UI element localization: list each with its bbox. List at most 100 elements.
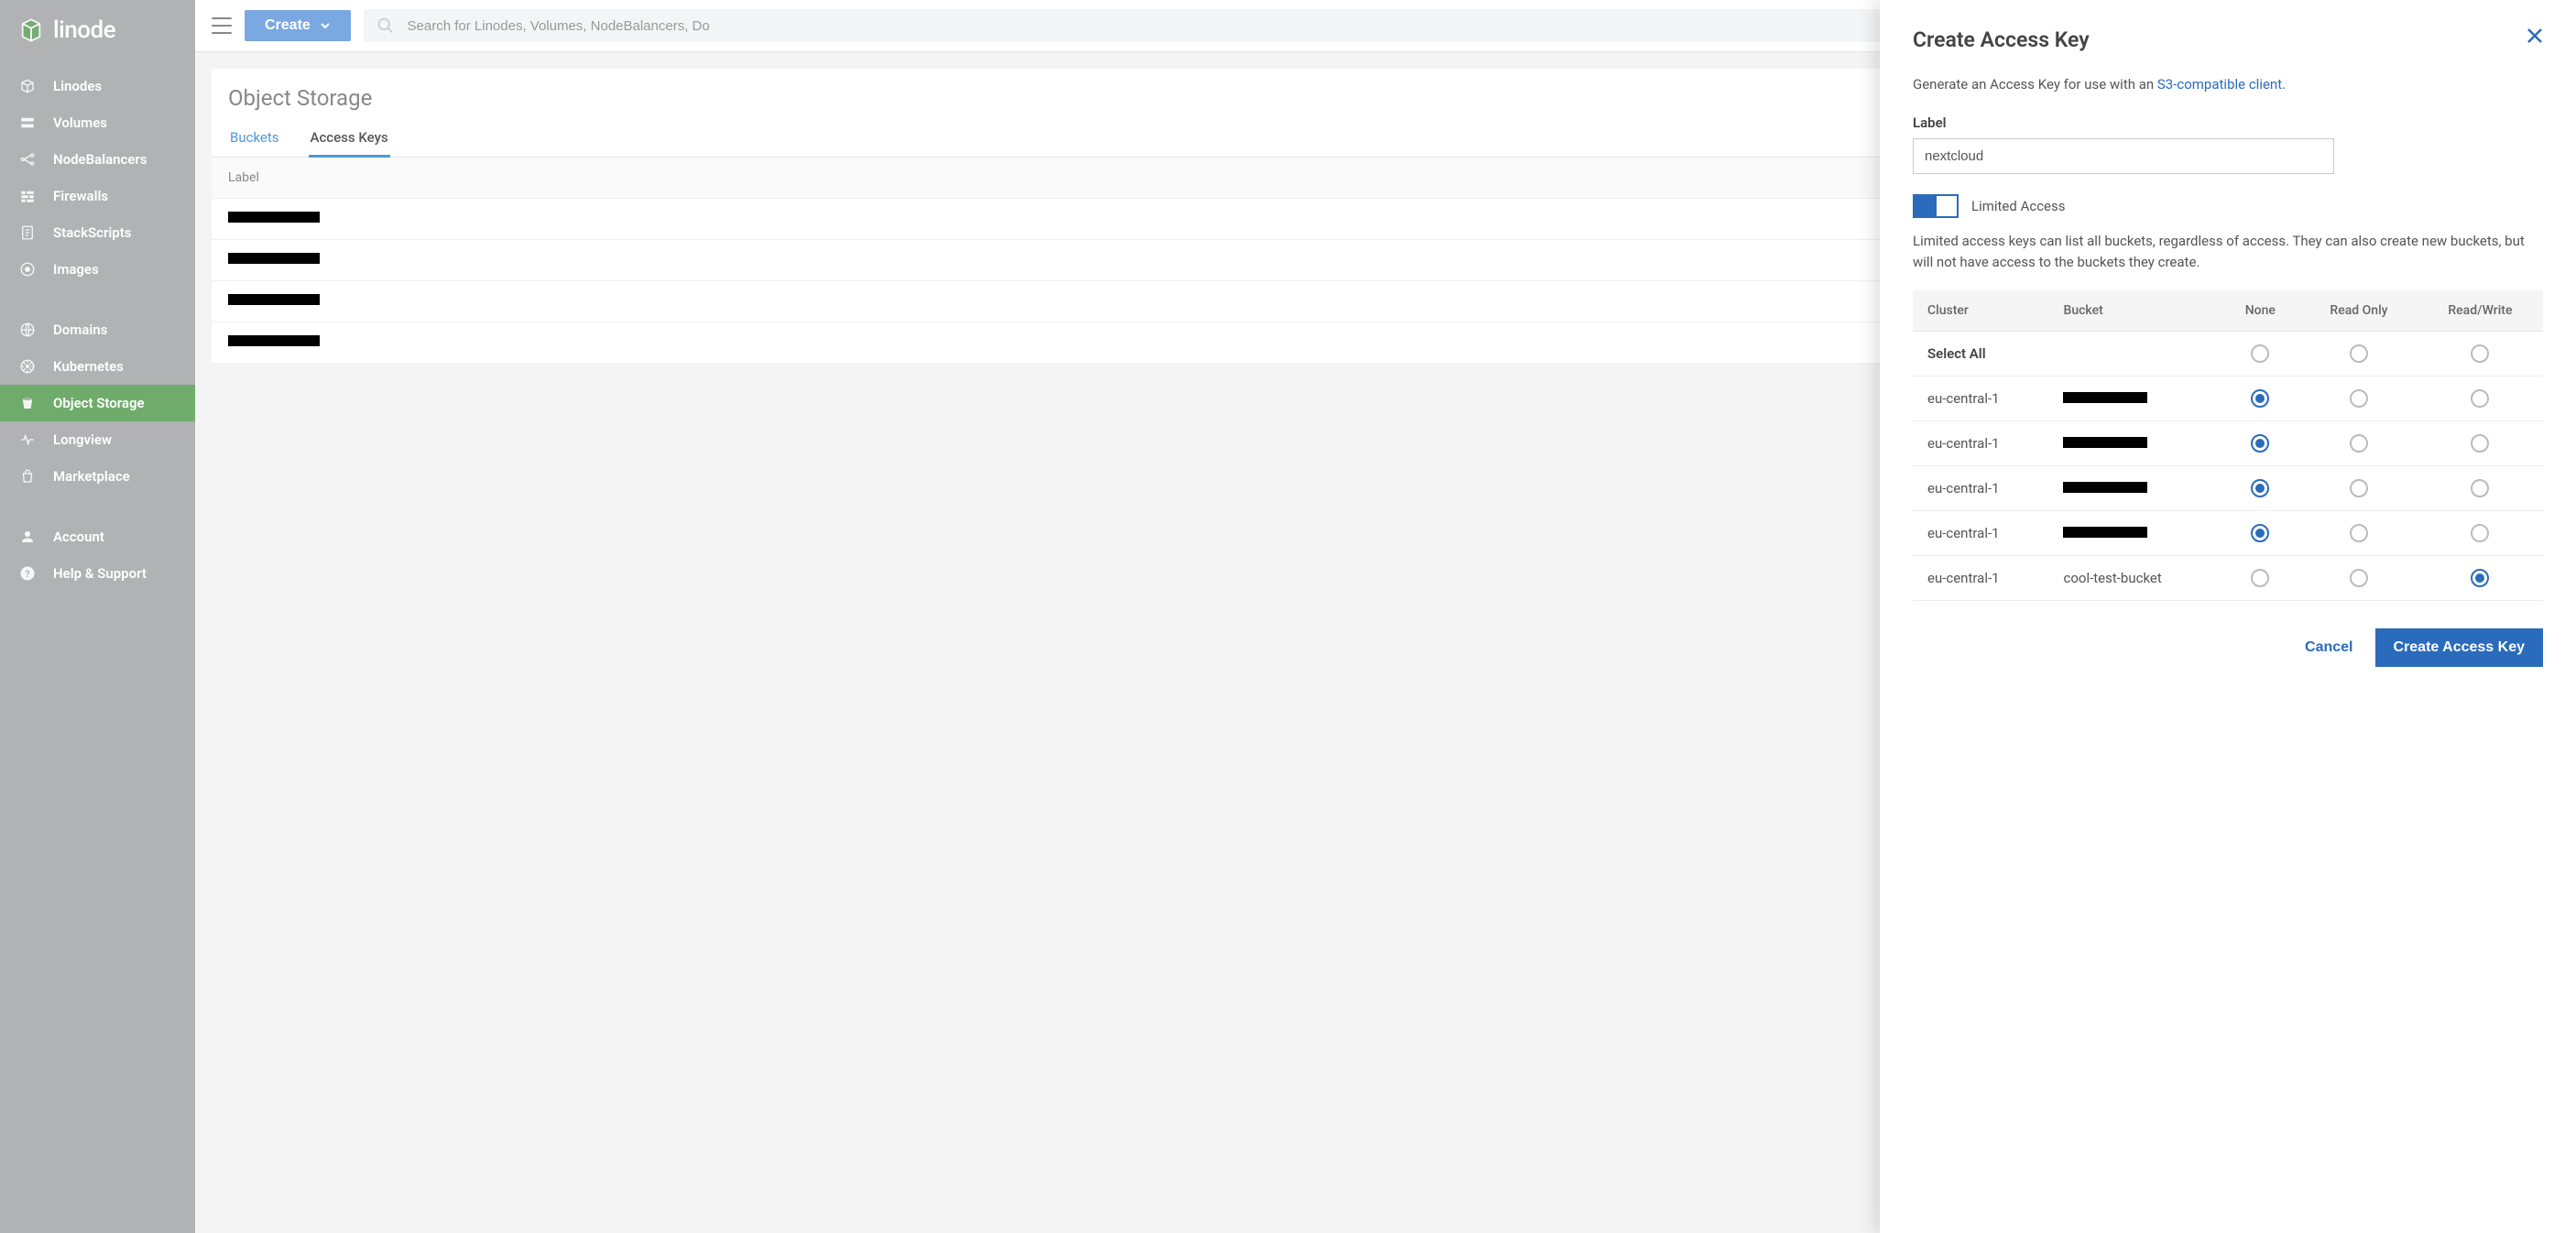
- sidebar-item-label: Help & Support: [53, 565, 147, 582]
- perm-readonly-radio[interactable]: [2350, 389, 2368, 408]
- bucket-icon: [18, 394, 37, 412]
- perm-readonly-radio[interactable]: [2350, 569, 2368, 587]
- globe-icon: [18, 321, 37, 339]
- perm-none-radio[interactable]: [2251, 569, 2269, 587]
- select-all-readwrite-radio[interactable]: [2471, 344, 2489, 363]
- perm-bucket: [2048, 376, 2220, 421]
- svg-text:?: ?: [25, 568, 29, 580]
- create-button[interactable]: Create: [245, 10, 351, 41]
- perm-readwrite-radio[interactable]: [2471, 434, 2489, 453]
- images-icon: [18, 260, 37, 278]
- select-all-none-radio[interactable]: [2251, 344, 2269, 363]
- wheel-icon: [18, 357, 37, 376]
- main-content: Create Object Storage Buckets Access Key…: [195, 0, 2576, 1233]
- perm-col-cluster: Cluster: [1913, 290, 2048, 332]
- redacted-bucket: [2063, 392, 2147, 403]
- perm-none-radio[interactable]: [2251, 479, 2269, 497]
- perm-readonly-radio[interactable]: [2350, 479, 2368, 497]
- redacted-label: [228, 253, 320, 264]
- bag-icon: [18, 467, 37, 486]
- perm-none-radio[interactable]: [2251, 389, 2269, 408]
- perm-bucket: [2048, 466, 2220, 511]
- perm-none-radio[interactable]: [2251, 434, 2269, 453]
- perm-readwrite-radio[interactable]: [2471, 479, 2489, 497]
- sidebar-item-label: Firewalls: [53, 188, 108, 204]
- sidebar-item-marketplace[interactable]: Marketplace: [0, 458, 195, 495]
- brand-name: linode: [53, 16, 115, 44]
- perm-readonly-radio[interactable]: [2350, 434, 2368, 453]
- perm-bucket: [2048, 511, 2220, 556]
- sidebar-item-domains[interactable]: Domains: [0, 311, 195, 348]
- perm-col-none: None: [2221, 290, 2301, 332]
- select-all-readonly-radio[interactable]: [2350, 344, 2368, 363]
- create-access-key-button[interactable]: Create Access Key: [2375, 628, 2544, 667]
- chevron-down-icon: [320, 20, 331, 31]
- sidebar-item-nodebalancers[interactable]: NodeBalancers: [0, 141, 195, 178]
- perm-row: eu-central-1: [1913, 466, 2543, 511]
- redacted-bucket: [2063, 437, 2147, 448]
- sidebar-item-images[interactable]: Images: [0, 251, 195, 288]
- perm-none-radio[interactable]: [2251, 524, 2269, 542]
- sidebar-item-label: Marketplace: [53, 468, 130, 485]
- perm-col-readwrite: Read/Write: [2418, 290, 2543, 332]
- select-all-row: Select All: [1913, 332, 2543, 376]
- sidebar-item-label: Object Storage: [53, 395, 145, 411]
- perm-row: eu-central-1: [1913, 376, 2543, 421]
- create-access-key-drawer: Create Access Key Generate an Access Key…: [1880, 0, 2576, 1233]
- sidebar-item-label: Linodes: [53, 78, 102, 94]
- help-icon: ?: [18, 564, 37, 583]
- perm-cluster: eu-central-1: [1913, 511, 2048, 556]
- redacted-bucket: [2063, 482, 2147, 493]
- perm-cluster: eu-central-1: [1913, 556, 2048, 601]
- perm-bucket: cool-test-bucket: [2048, 556, 2220, 601]
- sidebar-item-account[interactable]: Account: [0, 518, 195, 555]
- perm-col-readonly: Read Only: [2300, 290, 2418, 332]
- perm-readwrite-radio[interactable]: [2471, 569, 2489, 587]
- perm-row: eu-central-1 cool-test-bucket: [1913, 556, 2543, 601]
- brand-logo[interactable]: linode: [0, 0, 195, 60]
- close-icon[interactable]: [2527, 27, 2543, 48]
- perm-row: eu-central-1: [1913, 421, 2543, 466]
- sidebar-item-object-storage[interactable]: Object Storage: [0, 385, 195, 421]
- perm-col-bucket: Bucket: [2048, 290, 2220, 332]
- limited-access-note: Limited access keys can list all buckets…: [1913, 231, 2543, 272]
- limited-access-label: Limited Access: [1971, 198, 2066, 214]
- sidebar-item-longview[interactable]: Longview: [0, 421, 195, 458]
- sidebar: linode Linodes Volumes NodeBalancers Firewa…: [0, 0, 195, 1233]
- label-field-label: Label: [1913, 115, 2543, 131]
- sidebar-item-volumes[interactable]: Volumes: [0, 104, 195, 141]
- sidebar-item-label: Volumes: [53, 115, 107, 131]
- sidebar-item-label: Domains: [53, 322, 107, 338]
- limited-access-toggle[interactable]: [1913, 194, 1959, 218]
- pulse-icon: [18, 431, 37, 449]
- perm-readonly-radio[interactable]: [2350, 524, 2368, 542]
- menu-toggle-icon[interactable]: [212, 17, 232, 34]
- sidebar-item-linodes[interactable]: Linodes: [0, 68, 195, 104]
- sidebar-item-kubernetes[interactable]: Kubernetes: [0, 348, 195, 385]
- col-label: Label: [212, 158, 1517, 199]
- perm-readwrite-radio[interactable]: [2471, 389, 2489, 408]
- sidebar-item-label: Kubernetes: [53, 358, 124, 375]
- perm-row: eu-central-1: [1913, 511, 2543, 556]
- redacted-label: [228, 294, 320, 305]
- redacted-label: [228, 335, 320, 346]
- cancel-button[interactable]: Cancel: [2305, 639, 2352, 656]
- linode-logo-icon: [18, 17, 44, 43]
- tab-buckets[interactable]: Buckets: [228, 120, 281, 157]
- volume-icon: [18, 114, 37, 132]
- perm-cluster: eu-central-1: [1913, 466, 2048, 511]
- sidebar-item-stackscripts[interactable]: StackScripts: [0, 214, 195, 251]
- sidebar-item-firewalls[interactable]: Firewalls: [0, 178, 195, 214]
- redacted-label: [228, 212, 320, 223]
- sidebar-item-label: Longview: [53, 431, 112, 448]
- drawer-title: Create Access Key: [1913, 27, 2090, 52]
- label-input[interactable]: [1913, 138, 2334, 174]
- permissions-table: Cluster Bucket None Read Only Read/Write…: [1913, 290, 2543, 601]
- sidebar-item-label: NodeBalancers: [53, 151, 147, 168]
- cube-icon: [18, 77, 37, 95]
- create-button-label: Create: [265, 17, 311, 34]
- tab-access-keys[interactable]: Access Keys: [309, 120, 390, 157]
- perm-readwrite-radio[interactable]: [2471, 524, 2489, 542]
- s3-client-link[interactable]: S3-compatible client: [2157, 76, 2282, 93]
- sidebar-item-help-&-support[interactable]: ? Help & Support: [0, 555, 195, 592]
